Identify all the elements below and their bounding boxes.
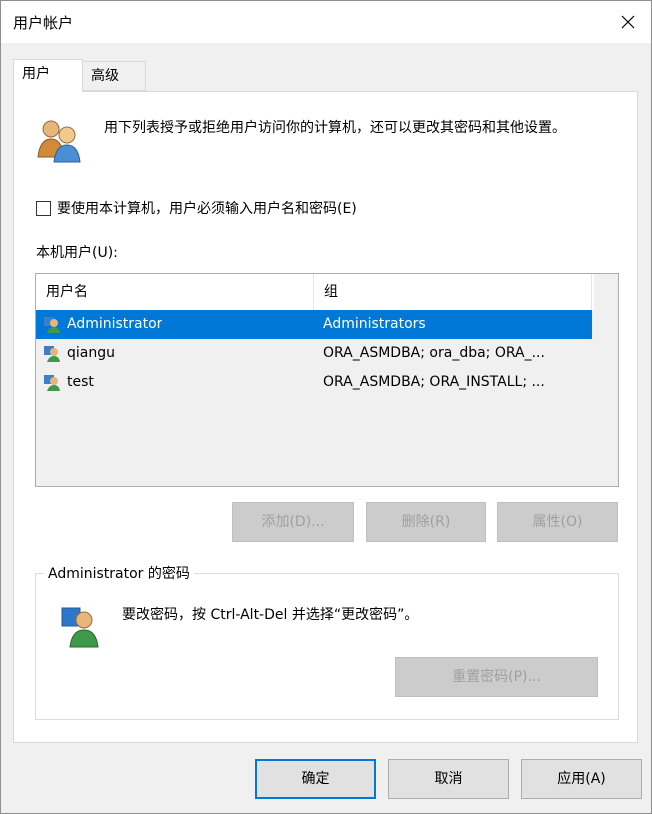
user-account-icon [44, 375, 60, 391]
ok-button[interactable]: 确定 [255, 759, 376, 799]
user-accounts-dialog: 用户帐户 用户 高级 用下列表授予或拒绝用户访问你的计算机，还可以更改其密码和其… [0, 0, 652, 814]
title-bar: 用户帐户 [1, 1, 651, 43]
checkbox-box[interactable] [36, 200, 51, 216]
tab-advanced[interactable]: 高级 [82, 61, 146, 91]
password-instructions: 要改密码，按 Ctrl-Alt-Del 并选择“更改密码”。 [122, 607, 419, 623]
properties-button[interactable]: 属性(O) [497, 502, 618, 542]
tab-advanced-label: 高级 [91, 68, 119, 84]
row-groups: Administrators [323, 316, 426, 332]
list-header: 用户名 组 [36, 274, 594, 310]
row-username: qiangu [67, 345, 115, 361]
user-account-icon [44, 317, 60, 333]
close-button[interactable] [605, 1, 651, 43]
row-username: Administrator [67, 316, 163, 332]
window-title: 用户帐户 [13, 14, 74, 32]
table-row[interactable]: test ORA_ASMDBA; ORA_INSTALL; ... [36, 368, 592, 397]
row-username: test [67, 374, 94, 390]
column-header-group[interactable]: 组 [314, 274, 592, 310]
cancel-button[interactable]: 取消 [388, 759, 509, 799]
add-user-button[interactable]: 添加(D)... [232, 502, 354, 542]
close-icon [621, 15, 635, 29]
row-groups: ORA_ASMDBA; ORA_INSTALL; ... [323, 374, 545, 390]
table-row[interactable]: qiangu ORA_ASMDBA; ora_dba; ORA_... [36, 339, 592, 368]
require-login-label: 要使用本计算机，用户必须输入用户名和密码(E) [57, 201, 357, 217]
row-groups: ORA_ASMDBA; ora_dba; ORA_... [323, 345, 545, 361]
remove-user-button[interactable]: 删除(R) [366, 502, 486, 542]
password-groupbox: Administrator 的密码 要改密码，按 Ctrl-Alt-Del 并选… [35, 563, 619, 720]
info-text: 用下列表授予或拒绝用户访问你的计算机，还可以更改其密码和其他设置。 [104, 120, 566, 136]
column-header-username[interactable]: 用户名 [36, 274, 314, 310]
tab-users-label: 用户 [22, 66, 50, 82]
apply-button[interactable]: 应用(A) [521, 759, 642, 799]
local-users-label: 本机用户(U): [36, 245, 118, 261]
require-login-checkbox[interactable]: 要使用本计算机，用户必须输入用户名和密码(E) [36, 198, 357, 218]
users-icon [37, 120, 81, 163]
password-group-legend: Administrator 的密码 [44, 563, 194, 583]
user-account-icon [44, 346, 60, 362]
user-password-icon [61, 607, 99, 648]
table-row[interactable]: Administrator Administrators [36, 310, 592, 339]
reset-password-button[interactable]: 重置密码(P)... [395, 657, 598, 697]
users-tab-panel: 用下列表授予或拒绝用户访问你的计算机，还可以更改其密码和其他设置。 要使用本计算… [13, 91, 638, 743]
tab-users[interactable]: 用户 [13, 59, 83, 92]
users-list[interactable]: 用户名 组 Administrator Administrators qiang… [35, 273, 619, 487]
